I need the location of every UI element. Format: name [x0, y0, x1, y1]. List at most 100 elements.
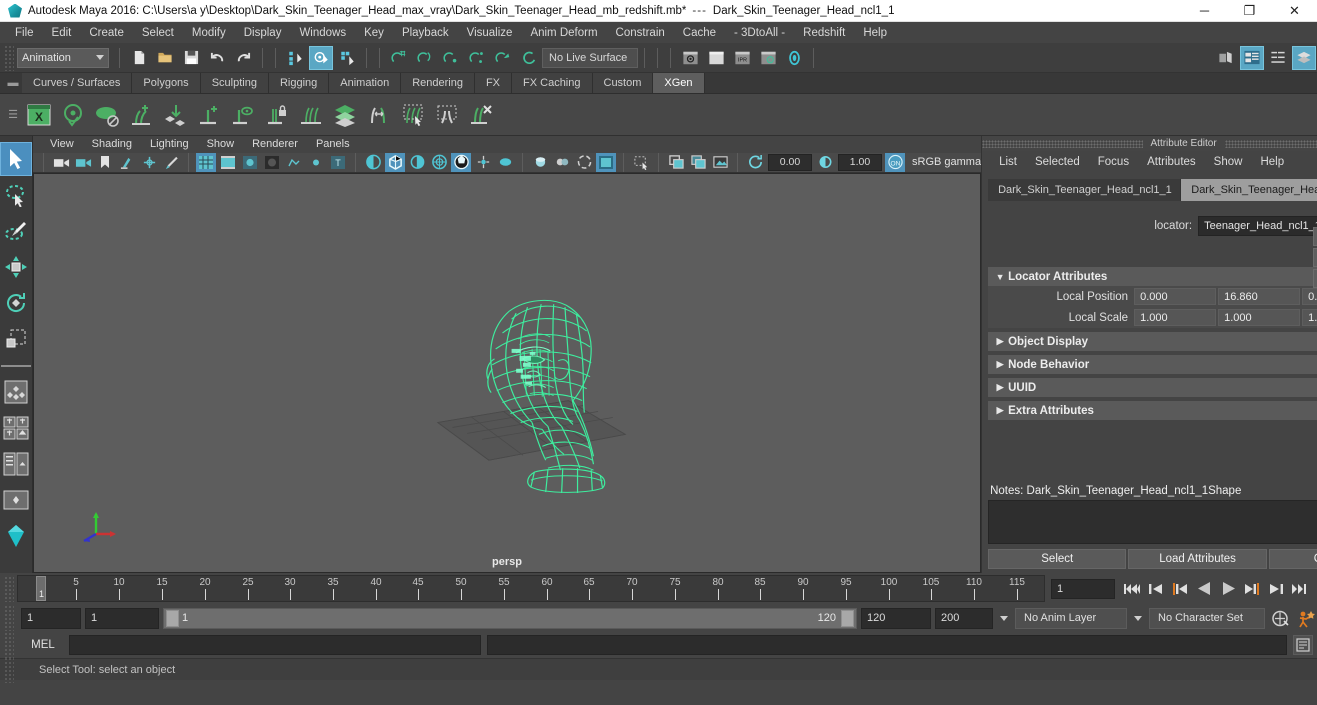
snapshot-icon[interactable]	[710, 153, 730, 173]
local-position-z[interactable]: 0.000	[1302, 288, 1317, 305]
copy-tab-button[interactable]: Copy Tab	[1268, 549, 1317, 569]
multisample-icon[interactable]	[429, 153, 449, 173]
render-current-frame-icon[interactable]	[678, 46, 702, 70]
range-bar[interactable]: 1 120	[163, 607, 857, 629]
smooth-shade-all-icon[interactable]	[218, 153, 238, 173]
local-scale-x[interactable]: 1.000	[1134, 309, 1217, 326]
xray-active-components-icon[interactable]	[552, 153, 572, 173]
character-set-dropdown[interactable]: No Character Set	[1149, 607, 1265, 629]
exposure-icon[interactable]	[745, 153, 765, 173]
xgen-comb-guide-icon[interactable]	[295, 98, 327, 132]
bookmark-icon[interactable]	[95, 153, 115, 173]
persp-graph-layout-icon[interactable]	[0, 483, 32, 517]
textured-icon[interactable]	[306, 153, 326, 173]
vp-menu-show[interactable]: Show	[198, 137, 244, 151]
xgen-guide-visibility-icon[interactable]	[227, 98, 259, 132]
undo-icon[interactable]	[205, 46, 229, 70]
shelf-tab-handle-icon[interactable]: ▬	[4, 73, 22, 93]
timeslider-gripper[interactable]	[4, 575, 14, 602]
attribute-editor-toggle-icon[interactable]	[1240, 45, 1264, 70]
ae-tab-transform[interactable]: Dark_Skin_Teenager_Head_ncl1_1	[988, 179, 1182, 201]
menu-anim-deform[interactable]: Anim Deform	[521, 25, 606, 41]
local-position-x[interactable]: 0.000	[1134, 288, 1217, 305]
menu-create[interactable]: Create	[80, 25, 133, 41]
shelf-tab-rendering[interactable]: Rendering	[401, 73, 475, 93]
xgen-add-guide-icon[interactable]	[125, 98, 157, 132]
section-node-behavior[interactable]: ▶ Node Behavior	[988, 355, 1317, 374]
go-to-start-icon[interactable]	[1121, 578, 1143, 600]
xray-joints-icon[interactable]	[530, 153, 550, 173]
command-output[interactable]	[487, 635, 1287, 655]
select-tool[interactable]	[0, 142, 32, 176]
menu-3dtoall[interactable]: - 3DtoAll -	[725, 25, 794, 41]
wireframe-shading-icon[interactable]	[196, 152, 216, 173]
four-view-layout-icon[interactable]	[0, 411, 32, 445]
xgen-density-map-icon[interactable]	[329, 98, 361, 132]
snap-to-projected-center-icon[interactable]	[465, 46, 489, 70]
menu-playback[interactable]: Playback	[393, 25, 458, 41]
ae-menu-list[interactable]: List	[990, 154, 1026, 170]
xgen-place-guide-icon[interactable]	[159, 98, 191, 132]
xgen-patch-icon[interactable]	[91, 98, 123, 132]
shelf-tab-sculpting[interactable]: Sculpting	[200, 73, 269, 93]
xgen-preview-icon[interactable]	[57, 98, 89, 132]
shelf-tab-fx[interactable]: FX	[474, 73, 513, 93]
range-start-field[interactable]: 1	[85, 607, 159, 629]
focus-button[interactable]: Focus	[1313, 227, 1317, 246]
new-scene-icon[interactable]	[127, 46, 151, 70]
range-bar-right-handle[interactable]	[841, 609, 854, 627]
maximize-button[interactable]: ❐	[1227, 0, 1272, 22]
shelf-handle-icon[interactable]: ☰	[4, 108, 22, 121]
smooth-shade-selected-icon[interactable]	[240, 153, 260, 173]
hypershade-icon[interactable]	[782, 46, 806, 70]
shelf-tab-custom[interactable]: Custom	[592, 73, 654, 93]
ae-menu-attributes[interactable]: Attributes	[1138, 154, 1205, 170]
menu-windows[interactable]: Windows	[290, 25, 355, 41]
menu-redshift[interactable]: Redshift	[794, 25, 854, 41]
scale-tool[interactable]	[0, 322, 32, 356]
xgen-window-icon[interactable]: X	[23, 98, 55, 132]
play-backwards-icon[interactable]	[1193, 578, 1215, 600]
locator-name-field[interactable]: Teenager_Head_ncl1_1Shape	[1198, 216, 1317, 236]
section-object-display[interactable]: ▶ Object Display	[988, 332, 1317, 351]
menu-visualize[interactable]: Visualize	[458, 25, 522, 41]
local-scale-y[interactable]: 1.000	[1218, 309, 1301, 326]
layer-editor-toggle-icon[interactable]	[1292, 45, 1316, 70]
menu-set-selector[interactable]: Animation	[17, 47, 109, 68]
menu-constrain[interactable]: Constrain	[607, 25, 674, 41]
command-input[interactable]	[69, 635, 481, 655]
single-perspective-view-icon[interactable]	[0, 375, 32, 409]
shelf-tab-rigging[interactable]: Rigging	[268, 73, 330, 93]
anim-layer-dropdown[interactable]: No Anim Layer	[1015, 607, 1127, 629]
select-by-object-icon[interactable]	[309, 45, 333, 70]
chevron-down-icon[interactable]	[1000, 615, 1008, 621]
statusline-gripper[interactable]	[4, 44, 14, 71]
xgen-move-guide-icon[interactable]	[363, 98, 395, 132]
commandline-gripper[interactable]	[4, 632, 14, 658]
snap-to-point-icon[interactable]	[439, 46, 463, 70]
rangeslider-gripper[interactable]	[4, 605, 14, 631]
show-button[interactable]: Show	[1313, 269, 1317, 288]
film-gate-icon[interactable]	[596, 152, 616, 173]
shadows-icon[interactable]	[363, 153, 383, 173]
shelf-tab-fx-caching[interactable]: FX Caching	[512, 73, 593, 93]
grid-toggle-icon[interactable]	[574, 153, 594, 173]
xgen-region-icon[interactable]	[431, 98, 463, 132]
vp-menu-shading[interactable]: Shading	[83, 137, 141, 151]
step-back-keyframe-icon[interactable]	[1145, 578, 1167, 600]
menu-display[interactable]: Display	[235, 25, 291, 41]
vp-menu-panels[interactable]: Panels	[307, 137, 359, 151]
select-button[interactable]: Select	[988, 549, 1127, 569]
close-button[interactable]: ✕	[1272, 0, 1317, 22]
panel-grip-right[interactable]	[1224, 139, 1317, 148]
gamma-icon[interactable]	[815, 153, 835, 173]
render-settings-icon[interactable]: 6	[756, 46, 780, 70]
xgen-lock-guide-icon[interactable]	[261, 98, 293, 132]
helpline-gripper[interactable]	[4, 656, 14, 683]
time-playhead[interactable]: 1	[36, 576, 46, 601]
menu-cache[interactable]: Cache	[674, 25, 725, 41]
local-position-y[interactable]: 16.860	[1218, 288, 1301, 305]
rotate-tool[interactable]	[0, 286, 32, 320]
ae-menu-help[interactable]: Help	[1251, 154, 1293, 170]
resolution-gate-icon[interactable]	[631, 153, 651, 173]
